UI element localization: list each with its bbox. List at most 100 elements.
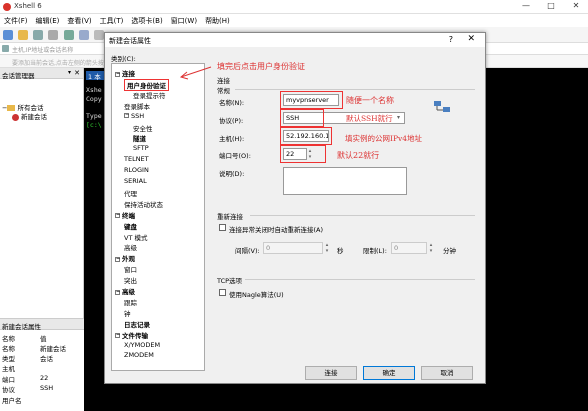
session-props-title: 新建会话属性 — [0, 319, 84, 331]
pin-icon[interactable]: ▾ — [68, 69, 71, 76]
cancel-button[interactable]: 取消 — [421, 366, 473, 380]
tree-node-14[interactable]: 键盘 — [124, 221, 137, 231]
limit-label: 限制(L): — [363, 247, 387, 255]
help-icon[interactable]: ? — [449, 35, 453, 44]
interval-input[interactable]: 0 — [263, 242, 323, 254]
dialog-close-icon[interactable]: ✕ — [467, 34, 475, 44]
tree-node-13[interactable]: − 终端 — [115, 210, 135, 220]
tree-node-20[interactable]: − 高级 — [115, 286, 135, 296]
minimize-icon[interactable]: — — [520, 1, 532, 10]
tree-node-9[interactable]: RLOGIN — [124, 166, 149, 174]
tree-node-10[interactable]: SERIAL — [124, 177, 147, 185]
hint-text: 要添加当前会话,点击左侧的箭头按钮。 — [12, 60, 116, 67]
close-window-icon[interactable]: ✕ — [570, 1, 582, 10]
annotation-host: 填实例的公网IPv4地址 — [345, 134, 423, 143]
category-label: 类别(C): — [111, 55, 136, 63]
dialog-titlebar: 新建会话属性 ? ✕ — [105, 33, 485, 47]
tree-node-19[interactable]: 突出 — [124, 275, 137, 285]
open-folder-icon[interactable] — [18, 30, 28, 40]
menu-view[interactable]: 查看(V) — [63, 16, 95, 26]
host-label: 主机(H): — [219, 135, 245, 143]
link-icon[interactable] — [33, 30, 43, 40]
maximize-icon[interactable]: □ — [545, 1, 557, 10]
ok-button[interactable]: 确定 — [363, 366, 415, 380]
nagle-checkbox[interactable] — [219, 289, 226, 296]
group-connection-label: 连接 — [217, 77, 230, 85]
session-manager-header: 会话管理器 ▾ ✕ — [0, 68, 83, 80]
tree-toggle-icon[interactable]: − — [115, 289, 120, 295]
tree-node-5[interactable]: 安全性 — [133, 123, 153, 133]
tree-node-12[interactable]: 保持活动状态 — [124, 199, 163, 209]
menu-edit[interactable]: 编辑(E) — [32, 16, 64, 26]
prop-row: 名称 新建会话 — [2, 345, 66, 353]
tree-node-0[interactable]: − 连接 — [115, 68, 135, 78]
tree-node-23[interactable]: 日志记录 — [124, 319, 150, 329]
disconnect-icon[interactable] — [48, 30, 58, 40]
description-label: 说明(D): — [219, 170, 245, 178]
menubar: 文件(F) 编辑(E) 查看(V) 工具(T) 选项卡(B) 窗口(W) 帮助(… — [0, 14, 588, 27]
limit-input[interactable]: 0 — [391, 242, 427, 254]
tree-node-21[interactable]: 跟踪 — [124, 297, 137, 307]
limit-stepper-icon[interactable]: ▴ ▾ — [428, 242, 434, 254]
new-session-icon[interactable] — [3, 30, 13, 40]
protocol-label: 协议(P): — [219, 117, 244, 125]
address-icon — [2, 45, 9, 52]
tree-toggle-icon[interactable]: − — [115, 213, 120, 219]
interval-label: 间隔(V): — [235, 247, 260, 255]
network-icon — [434, 101, 450, 112]
menu-tabs[interactable]: 选项卡(B) — [127, 16, 166, 26]
port-label: 端口号(O): — [219, 152, 251, 160]
connect-button[interactable]: 连接 — [305, 366, 357, 380]
paste-icon[interactable] — [79, 30, 89, 40]
tree-toggle-icon[interactable]: − — [115, 333, 120, 339]
tree-node-4[interactable]: − SSH — [124, 112, 144, 120]
group-general-label: 常规 — [217, 87, 230, 95]
tree-node-8[interactable]: TELNET — [124, 155, 149, 163]
description-textarea[interactable] — [283, 167, 407, 195]
tree-node-17[interactable]: − 外观 — [115, 253, 135, 263]
tree-new-session[interactable]: 新建会话 — [12, 111, 47, 121]
menu-file[interactable]: 文件(F) — [0, 16, 32, 26]
prop-row: 主机 — [2, 365, 15, 373]
tree-node-6[interactable]: 隧道 — [133, 133, 146, 143]
tree-node-22[interactable]: 钟 — [124, 308, 131, 318]
tree-node-11[interactable]: 代理 — [124, 188, 137, 198]
tree-toggle-icon[interactable]: − — [124, 113, 129, 119]
menu-help[interactable]: 帮助(H) — [201, 16, 234, 26]
interval-stepper-icon[interactable]: ▴ ▾ — [324, 242, 330, 254]
group-reconnect-label: 重新连接 — [217, 213, 243, 221]
chevron-down-icon[interactable]: ▾ — [397, 114, 400, 121]
tree-node-3[interactable]: 登录脚本 — [124, 101, 150, 111]
prop-row: 协议 SSH — [2, 384, 54, 394]
annotation-auth: 填完后点击用户身份验证 — [217, 62, 305, 71]
annotation-port: 默认22就行 — [337, 151, 380, 160]
tree-node-2[interactable]: 登录提示符 — [133, 90, 166, 100]
limit-unit: 分钟 — [443, 247, 456, 255]
highlight-port — [280, 145, 326, 163]
tree-node-18[interactable]: 窗口 — [124, 264, 137, 274]
reconnect-checkbox[interactable] — [219, 224, 226, 231]
tree-node-15[interactable]: VT 模式 — [124, 232, 147, 242]
new-session-dialog: 新建会话属性 ? ✕ 类别(C): − 连接 用户身份验证 登录提示符 登录脚本 − SSH… — [104, 32, 486, 384]
tree-node-16[interactable]: 高级 — [124, 242, 137, 252]
dialog-title: 新建会话属性 — [109, 37, 151, 45]
tree-node-7[interactable]: SFTP — [133, 144, 149, 152]
reconnect-checkbox-label: 连接异常关闭时自动重新连接(A) — [229, 226, 324, 234]
tree-node-24[interactable]: − 文件传输 — [115, 330, 148, 340]
tree-toggle-icon[interactable]: − — [115, 256, 120, 262]
tree-node-25[interactable]: X/YMODEM — [124, 341, 160, 349]
session-manager-close-icon[interactable]: ✕ — [74, 69, 80, 77]
xshell-logo-icon — [3, 3, 11, 11]
app-title: Xshell 6 — [14, 2, 42, 10]
name-label: 名称(N): — [219, 99, 245, 107]
copy-icon[interactable] — [64, 30, 74, 40]
menu-tools[interactable]: 工具(T) — [96, 16, 128, 26]
tree-toggle-icon[interactable]: − — [115, 71, 120, 77]
menu-window[interactable]: 窗口(W) — [167, 16, 201, 26]
highlight-protocol — [280, 109, 324, 127]
find-icon[interactable] — [94, 30, 104, 40]
props-header-row: 名称 值 — [2, 335, 47, 343]
terminal-line: Copy — [86, 95, 102, 103]
app-titlebar: Xshell 6 — □ ✕ — [0, 0, 588, 14]
tree-node-26[interactable]: ZMODEM — [124, 351, 154, 359]
